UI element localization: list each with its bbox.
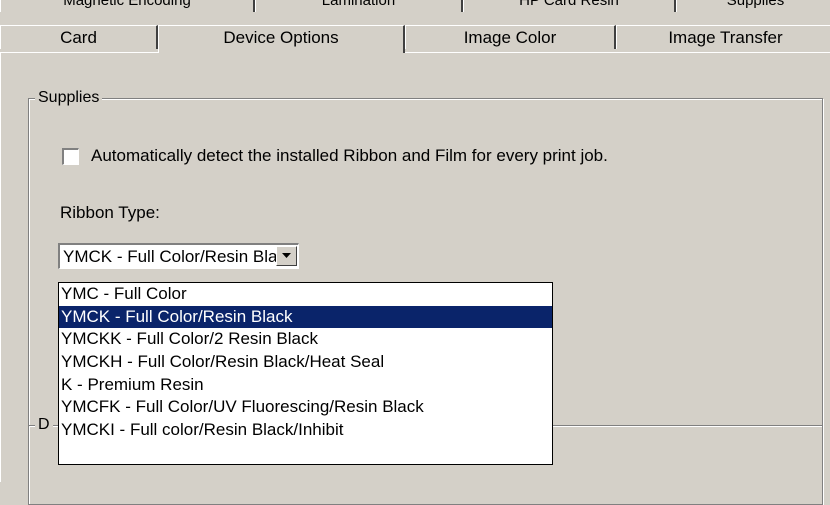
ribbon-type-select[interactable]: YMCK - Full Color/Resin Black [58,243,299,269]
supplies-legend: Supplies [35,88,103,108]
ribbon-option[interactable]: YMCFK - Full Color/UV Fluorescing/Resin … [59,396,552,419]
ribbon-option[interactable]: YMCKI - Full color/Resin Black/Inhibit [59,419,552,442]
tab-lamination[interactable]: Lamination [255,0,463,12]
ribbon-type-dropdown-button[interactable] [276,246,297,266]
ribbon-type-label: Ribbon Type: [60,203,160,222]
ribbon-type-value: YMCK - Full Color/Resin Black [63,247,295,266]
ribbon-type-list[interactable]: YMC - Full Color YMCK - Full Color/Resin… [58,282,553,465]
chevron-down-icon [282,253,291,258]
tab-device-options[interactable]: Device Options [158,25,405,53]
ribbon-option[interactable]: YMCKH - Full Color/Resin Black/Heat Seal [59,351,552,374]
tab-magnetic-encoding[interactable]: Magnetic Encoding [0,0,255,12]
tab-image-color[interactable]: Image Color [405,25,616,49]
ribbon-option[interactable]: YMCKK - Full Color/2 Resin Black [59,328,552,351]
tab-card[interactable]: Card [0,25,158,49]
ribbon-option-selected[interactable]: YMCK - Full Color/Resin Black [59,305,552,329]
tab-supplies[interactable]: Supplies [676,0,830,12]
auto-detect-checkbox[interactable] [62,148,79,165]
auto-detect-label[interactable]: Automatically detect the installed Ribbo… [91,145,608,167]
ribbon-option[interactable]: YMC - Full Color [59,283,552,306]
ribbon-option[interactable]: K - Premium Resin [59,374,552,397]
tab-image-transfer[interactable]: Image Transfer [616,25,830,49]
tab-hp-card-resin[interactable]: HP Card Resin [463,0,676,12]
device-group-legend: D [35,415,53,435]
